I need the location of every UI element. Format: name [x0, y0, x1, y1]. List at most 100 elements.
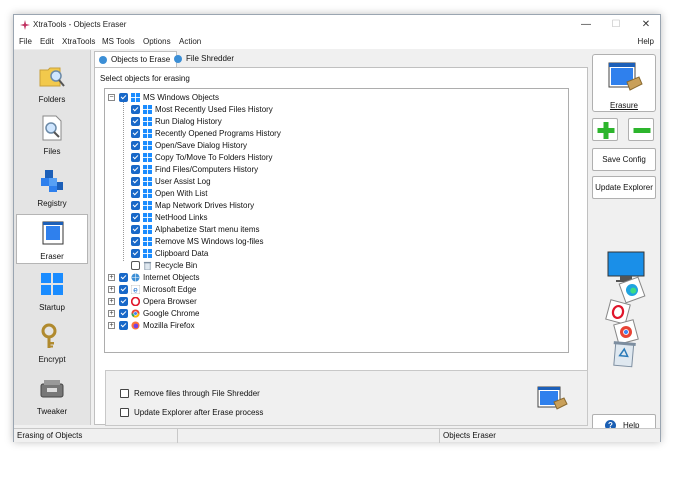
update-explorer-button[interactable]: Update Explorer	[592, 176, 656, 199]
expand-toggle[interactable]: +	[108, 298, 115, 305]
tree-row-internet-objects[interactable]: + Internet Objects	[107, 272, 307, 284]
tree-checkbox[interactable]	[131, 177, 140, 186]
tree-row-label: Open/Save Dialog History	[155, 141, 248, 150]
tree-checkbox[interactable]	[131, 153, 140, 162]
menu-action[interactable]: Action	[179, 37, 201, 46]
windows-logo-icon	[131, 93, 140, 102]
expand-toggle[interactable]: +	[108, 322, 115, 329]
menu-xtratools[interactable]: XtraTools	[62, 37, 95, 46]
tree-row-root[interactable]: − MS Windows Objects	[107, 92, 307, 104]
tree-row[interactable]: Map Network Drives History	[129, 200, 379, 212]
expand-toggle[interactable]: +	[108, 310, 115, 317]
erasure-button[interactable]: Erasure	[592, 54, 656, 112]
tree-row[interactable]: Open With List	[129, 188, 379, 200]
menu-bar: File Edit XtraTools MS Tools Options Act…	[14, 35, 660, 49]
tree-row[interactable]: Run Dialog History	[129, 116, 379, 128]
key-icon	[41, 323, 57, 348]
tree-row[interactable]: Copy To/Move To Folders History	[129, 152, 379, 164]
options-group: Remove files through File Shredder Updat…	[105, 370, 588, 426]
tree-checkbox[interactable]	[131, 117, 140, 126]
tab-objects-to-erase[interactable]: Objects to Erase	[94, 51, 178, 68]
sidebar-item-registry[interactable]: Registry	[16, 162, 88, 212]
tree-row[interactable]: Find Files/Computers History	[129, 164, 379, 176]
tree-checkbox[interactable]	[119, 321, 128, 330]
tree-row-label: Find Files/Computers History	[155, 165, 259, 174]
tree-checkbox[interactable]	[119, 309, 128, 318]
status-left: Erasing of Objects	[14, 429, 178, 443]
sidebar-item-eraser[interactable]: Eraser	[16, 214, 88, 264]
sidebar-item-tweaker[interactable]: Tweaker	[16, 370, 88, 420]
status-middle	[178, 429, 440, 443]
close-button[interactable]: ✕	[635, 18, 657, 32]
tree-checkbox[interactable]	[131, 165, 140, 174]
tree-row-label: Google Chrome	[143, 309, 200, 318]
tab-file-shredder[interactable]: File Shredder	[170, 51, 240, 67]
minus-icon	[633, 128, 651, 133]
objects-panel: Select objects for erasing − MS Windows …	[94, 67, 588, 426]
tree-row-microsoft-edge[interactable]: + e Microsoft Edge	[107, 284, 307, 296]
menu-file[interactable]: File	[19, 37, 32, 46]
tree-checkbox[interactable]	[119, 297, 128, 306]
tree-row-google-chrome[interactable]: + Google Chrome	[107, 308, 307, 320]
tree-row[interactable]: Recently Opened Programs History	[129, 128, 379, 140]
add-button[interactable]	[592, 118, 618, 141]
sidebar-item-startup[interactable]: Startup	[16, 266, 88, 316]
tree-checkbox[interactable]	[119, 273, 128, 282]
tree-checkbox[interactable]	[131, 105, 140, 114]
menu-options[interactable]: Options	[143, 37, 171, 46]
menu-edit[interactable]: Edit	[40, 37, 54, 46]
tree-checkbox[interactable]	[131, 213, 140, 222]
tree-checkbox[interactable]	[131, 225, 140, 234]
windows-logo-icon	[143, 141, 152, 150]
tree-checkbox[interactable]	[131, 261, 140, 270]
tree-row-label: Run Dialog History	[155, 117, 222, 126]
tree-checkbox[interactable]	[119, 93, 128, 102]
tab-label: File Shredder	[186, 54, 235, 63]
tree-row-opera-browser[interactable]: + Opera Browser	[107, 296, 307, 308]
browsers-illustration-icon	[605, 251, 646, 368]
menu-ms-tools[interactable]: MS Tools	[102, 37, 135, 46]
tree-row-label: User Assist Log	[155, 177, 211, 186]
tree-row[interactable]: Open/Save Dialog History	[129, 140, 379, 152]
sidebar-item-encrypt[interactable]: Encrypt	[16, 318, 88, 368]
tree-connector	[123, 101, 124, 261]
remove-button[interactable]	[628, 118, 654, 141]
tree-row[interactable]: Clipboard Data	[129, 248, 379, 260]
tree-checkbox[interactable]	[131, 189, 140, 198]
tree-row-label: NetHood Links	[155, 213, 208, 222]
tree-checkbox[interactable]	[131, 141, 140, 150]
minimize-button[interactable]: —	[575, 18, 597, 32]
tree-row[interactable]: Recycle Bin	[129, 260, 379, 272]
windows-logo-icon	[143, 165, 152, 174]
firefox-icon	[131, 321, 140, 330]
expand-toggle[interactable]: +	[108, 274, 115, 281]
internet-globe-icon	[131, 273, 140, 282]
sidebar-item-files[interactable]: Files	[16, 110, 88, 160]
tree-checkbox[interactable]	[131, 201, 140, 210]
objects-tree[interactable]: − MS Windows Objects Most Recently Used …	[104, 88, 569, 353]
globe-icon	[174, 55, 182, 63]
tree-row[interactable]: Remove MS Windows log-files	[129, 236, 379, 248]
tree-checkbox[interactable]	[131, 249, 140, 258]
tree-checkbox[interactable]	[131, 129, 140, 138]
option-checkbox[interactable]	[120, 408, 129, 417]
windows-logo-icon	[143, 213, 152, 222]
save-config-button[interactable]: Save Config	[592, 148, 656, 171]
collapse-toggle[interactable]: −	[108, 94, 115, 101]
tree-row[interactable]: Most Recently Used Files History	[129, 104, 379, 116]
tree-checkbox[interactable]	[131, 237, 140, 246]
option-checkbox[interactable]	[120, 389, 129, 398]
status-bar: Erasing of Objects Objects Eraser	[14, 428, 660, 443]
tree-row[interactable]: Alphabetize Start menu items	[129, 224, 379, 236]
windows-logo-icon	[143, 249, 152, 258]
folder-search-icon	[39, 67, 65, 87]
tree-row[interactable]: NetHood Links	[129, 212, 379, 224]
tree-row[interactable]: User Assist Log	[129, 176, 379, 188]
maximize-button[interactable]: ☐	[605, 18, 627, 32]
expand-toggle[interactable]: +	[108, 286, 115, 293]
sidebar-item-folders[interactable]: Folders	[16, 58, 88, 108]
menu-help[interactable]: Help	[638, 37, 654, 46]
tree-row-mozilla-firefox[interactable]: + Mozilla Firefox	[107, 320, 307, 332]
file-search-icon	[42, 115, 62, 141]
tree-checkbox[interactable]	[119, 285, 128, 294]
